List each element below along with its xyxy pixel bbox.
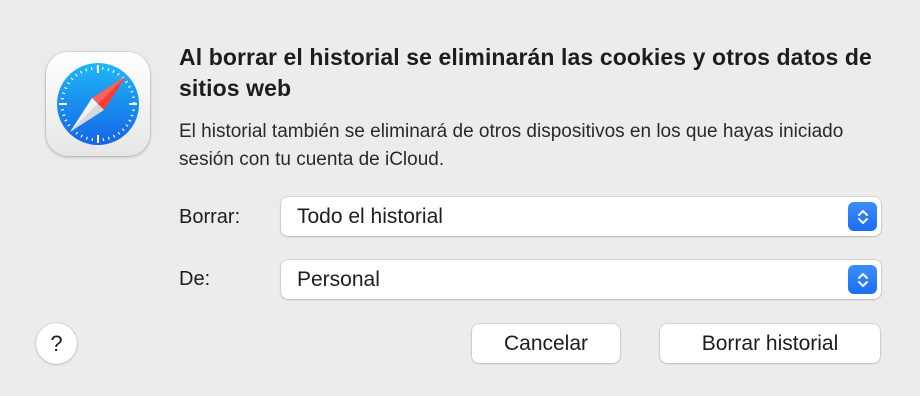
clear-history-dialog: Al borrar el historial se eliminarán las… bbox=[0, 0, 920, 396]
popup-stepper-icon bbox=[848, 202, 877, 231]
help-button[interactable]: ? bbox=[36, 323, 77, 364]
safari-compass-icon bbox=[46, 52, 150, 156]
clear-range-popup[interactable]: Todo el historial bbox=[281, 197, 881, 236]
profile-popup[interactable]: Personal bbox=[281, 260, 881, 299]
cancel-button[interactable]: Cancelar bbox=[472, 324, 620, 363]
clear-range-value: Todo el historial bbox=[297, 205, 443, 228]
dialog-title: Al borrar el historial se eliminarán las… bbox=[179, 44, 872, 101]
dialog-message: El historial también se eliminará de otr… bbox=[179, 121, 844, 170]
profile-label: De: bbox=[179, 268, 211, 290]
clear-range-label: Borrar: bbox=[179, 206, 241, 228]
popup-stepper-icon bbox=[848, 265, 877, 294]
profile-value: Personal bbox=[297, 268, 380, 291]
clear-history-button[interactable]: Borrar historial bbox=[660, 324, 880, 363]
